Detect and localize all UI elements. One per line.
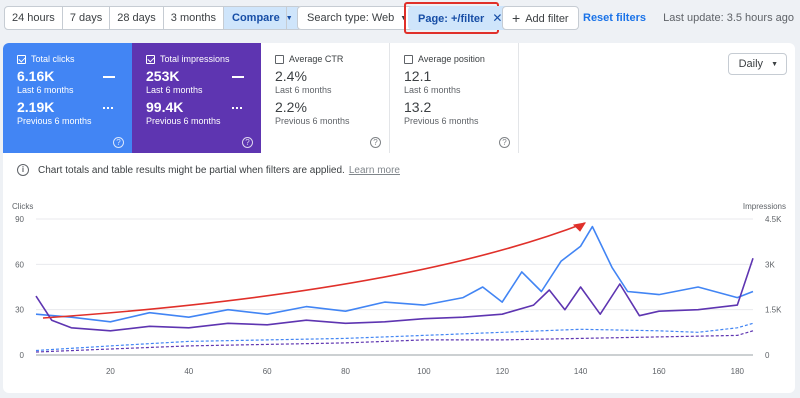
metric-previous-label: Previous 6 months bbox=[146, 116, 221, 126]
x-axis-tick-label: 40 bbox=[184, 367, 193, 376]
right-axis-tick-label: 1.5K bbox=[765, 306, 782, 315]
right-axis-tick-label: 0 bbox=[765, 351, 770, 360]
granularity-label: Daily bbox=[738, 58, 764, 70]
close-icon[interactable]: ✕ bbox=[492, 11, 502, 25]
toolbar-divider bbox=[286, 6, 287, 30]
add-filter-button[interactable]: + Add filter bbox=[502, 6, 579, 30]
x-axis-tick-label: 140 bbox=[574, 367, 588, 376]
search-type-label: Search type: Web bbox=[307, 12, 395, 24]
add-filter-label: Add filter bbox=[525, 13, 569, 25]
page-filter-chip[interactable]: Page: +/filter ✕ bbox=[408, 6, 513, 30]
x-axis-tick-label: 20 bbox=[106, 367, 115, 376]
help-icon[interactable]: ? bbox=[113, 137, 124, 148]
left-axis-tick-label: 90 bbox=[15, 215, 24, 224]
checkbox-checked-icon[interactable] bbox=[146, 54, 155, 64]
compare-button[interactable]: Compare ▼ bbox=[224, 7, 301, 29]
range-7-days[interactable]: 7 days bbox=[63, 7, 111, 29]
checkbox-unchecked-icon[interactable] bbox=[404, 54, 413, 64]
series-line-3 bbox=[35, 330, 754, 353]
page-filter-label: Page: +/filter bbox=[418, 13, 485, 25]
x-axis-tick-label: 60 bbox=[263, 367, 272, 376]
x-axis-tick-label: 160 bbox=[652, 367, 666, 376]
x-axis-tick-label: 100 bbox=[417, 367, 431, 376]
range-24-hours[interactable]: 24 hours bbox=[5, 7, 63, 29]
metric-current-label: Last 6 months bbox=[404, 85, 461, 95]
metric-title-label: Total impressions bbox=[160, 54, 230, 64]
help-icon[interactable]: ? bbox=[370, 137, 381, 148]
date-range-group: 24 hours 7 days 28 days 3 months Compare… bbox=[4, 6, 302, 30]
metric-current-value: 12.1 bbox=[404, 68, 432, 84]
metric-previous-value: 13.2 bbox=[404, 99, 432, 115]
metric-title: Total clicks bbox=[17, 54, 132, 64]
x-axis-tick-label: 180 bbox=[731, 367, 745, 376]
metric-tiles: Total clicks 6.16K Last 6 months 2.19K P… bbox=[3, 43, 519, 153]
left-axis-tick-label: 30 bbox=[15, 306, 24, 315]
range-3-months[interactable]: 3 months bbox=[164, 7, 225, 29]
trend-arrow-head bbox=[572, 222, 587, 232]
info-icon: i bbox=[17, 164, 29, 176]
search-type-filter[interactable]: Search type: Web ▼ bbox=[297, 6, 418, 30]
metric-title-label: Average position bbox=[418, 54, 485, 64]
left-axis-tick-label: 60 bbox=[15, 260, 24, 269]
metric-tile-clicks[interactable]: Total clicks 6.16K Last 6 months 2.19K P… bbox=[3, 43, 132, 153]
metric-title: Total impressions bbox=[146, 54, 261, 64]
solid-line-legend-icon bbox=[232, 76, 244, 78]
reset-filters-link[interactable]: Reset filters bbox=[583, 12, 646, 24]
metric-previous-value: 2.2% bbox=[275, 99, 307, 115]
granularity-dropdown[interactable]: Daily ▼ bbox=[727, 53, 787, 75]
performance-card: Total clicks 6.16K Last 6 months 2.19K P… bbox=[3, 43, 795, 393]
x-axis-tick-label: 80 bbox=[341, 367, 350, 376]
compare-label: Compare bbox=[232, 12, 280, 24]
partial-data-notice: i Chart totals and table results might b… bbox=[17, 164, 400, 176]
toolbar: 24 hours 7 days 28 days 3 months Compare… bbox=[0, 0, 800, 38]
metric-current-label: Last 6 months bbox=[146, 85, 203, 95]
last-update-text: Last update: 3.5 hours ago bbox=[663, 12, 794, 24]
series-line-0 bbox=[35, 225, 754, 323]
solid-line-legend-icon bbox=[103, 76, 115, 78]
metric-current-value: 2.4% bbox=[275, 68, 307, 84]
left-axis-title: Clicks bbox=[12, 202, 33, 211]
checkbox-checked-icon[interactable] bbox=[17, 54, 26, 64]
checkbox-unchecked-icon[interactable] bbox=[275, 54, 284, 64]
metric-title-label: Average CTR bbox=[289, 54, 344, 64]
help-icon[interactable]: ? bbox=[242, 137, 253, 148]
right-axis-tick-label: 4.5K bbox=[765, 215, 782, 224]
metric-title: Average CTR bbox=[275, 54, 389, 64]
dashed-line-legend-icon bbox=[232, 107, 244, 109]
chevron-down-icon: ▼ bbox=[771, 61, 778, 68]
metric-tile-impressions[interactable]: Total impressions 253K Last 6 months 99.… bbox=[132, 43, 261, 153]
metric-previous-label: Previous 6 months bbox=[275, 116, 350, 126]
range-28-days[interactable]: 28 days bbox=[110, 7, 164, 29]
plus-icon: + bbox=[512, 10, 521, 26]
metric-current-label: Last 6 months bbox=[275, 85, 332, 95]
left-axis-tick-label: 0 bbox=[20, 351, 25, 360]
right-axis-tick-label: 3K bbox=[765, 260, 775, 269]
performance-chart[interactable]: Clicks Impressions 0 0 30 1.5K 60 3K 90 4.5K 20 40 6… bbox=[3, 198, 795, 393]
metric-tile-ctr[interactable]: Average CTR 2.4% Last 6 months 2.2% Prev… bbox=[261, 43, 390, 153]
x-axis-tick-label: 120 bbox=[496, 367, 510, 376]
metric-tile-position[interactable]: Average position 12.1 Last 6 months 13.2… bbox=[390, 43, 519, 153]
trend-arrow bbox=[42, 222, 586, 319]
notice-text: Chart totals and table results might be … bbox=[38, 164, 345, 176]
metric-current-label: Last 6 months bbox=[17, 85, 74, 95]
metric-previous-label: Previous 6 months bbox=[17, 116, 92, 126]
dashed-line-legend-icon bbox=[103, 107, 115, 109]
metric-title: Average position bbox=[404, 54, 518, 64]
metric-title-label: Total clicks bbox=[31, 54, 75, 64]
series-line-1 bbox=[35, 258, 754, 332]
right-axis-title: Impressions bbox=[743, 202, 786, 211]
learn-more-link[interactable]: Learn more bbox=[349, 165, 400, 176]
metric-previous-label: Previous 6 months bbox=[404, 116, 479, 126]
help-icon[interactable]: ? bbox=[499, 137, 510, 148]
